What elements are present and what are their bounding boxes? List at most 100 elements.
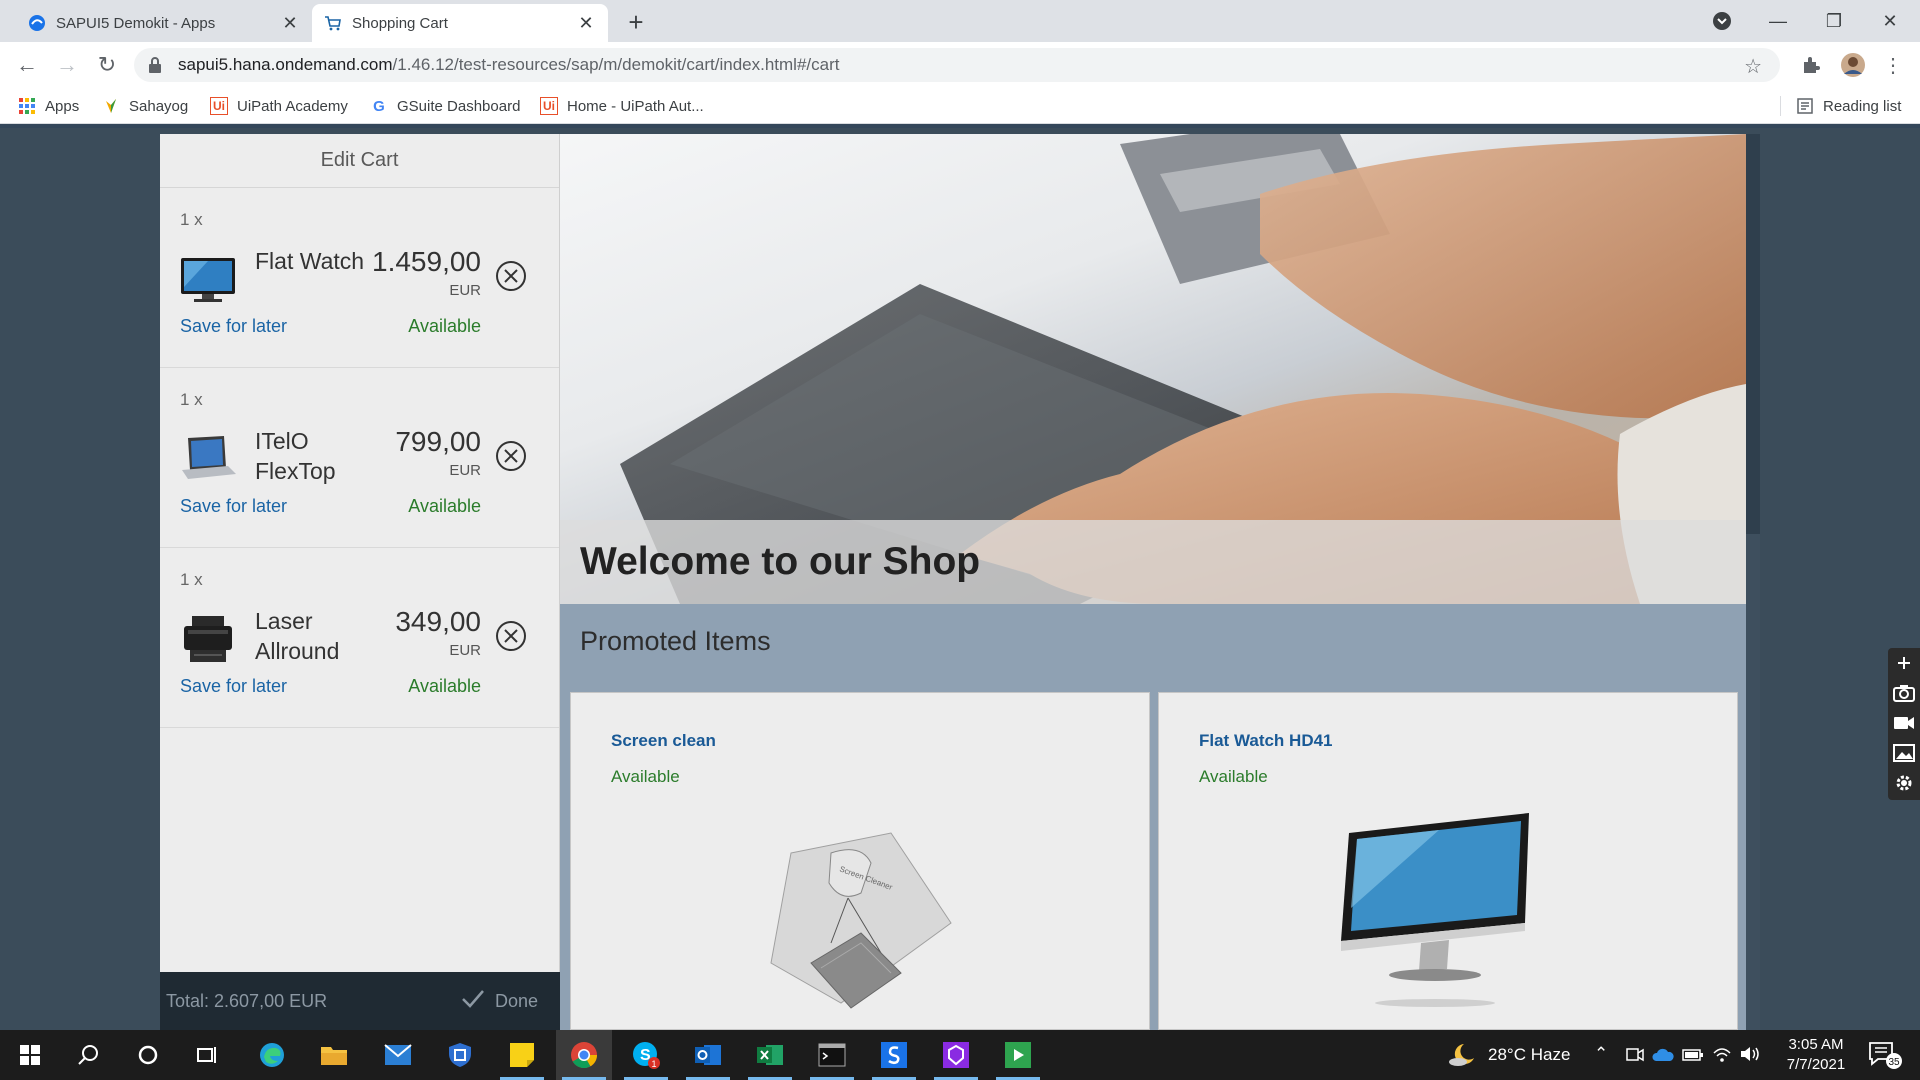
browser-toolbar: ← → ↻ sapui5.hana.ondemand.com/1.46.12/t… [0,42,1920,88]
security-shield-icon[interactable] [432,1030,488,1080]
browser-menu-icon[interactable]: ⋮ [1880,52,1906,78]
lock-icon [148,57,162,73]
uipath-robot-icon[interactable] [990,1030,1046,1080]
cortana-icon[interactable] [120,1030,176,1080]
scrollbar-thumb[interactable] [1746,134,1760,534]
done-button[interactable]: Done [461,989,538,1014]
excel-icon[interactable] [742,1030,798,1080]
camera-icon[interactable] [1888,678,1920,708]
item-name[interactable]: Flat Watch [255,246,365,276]
windows-start-icon[interactable] [2,1030,58,1080]
battery-icon[interactable] [1682,1048,1704,1067]
video-camera-icon[interactable] [1888,708,1920,738]
forward-arrow-icon[interactable]: → [52,50,82,80]
close-tab-icon[interactable]: ✕ [280,13,300,33]
task-view-icon[interactable] [180,1030,236,1080]
bookmarks-separator [1780,96,1781,116]
profile-avatar[interactable] [1840,52,1866,78]
item-status: Available [408,496,481,516]
promoted-item-name[interactable]: Flat Watch HD41 [1199,731,1333,751]
weather-text[interactable]: 28°C Haze [1488,1045,1570,1065]
item-currency: EUR [449,282,481,299]
checkmark-icon [461,989,485,1014]
bookmark-sahayog[interactable]: Sahayog [102,94,188,118]
wifi-icon[interactable] [1712,1045,1732,1068]
bookmark-label: UiPath Academy [237,97,348,115]
promoted-item-tile[interactable]: Flat Watch HD41 Available [1158,692,1738,1030]
cart-item[interactable]: 1 x Laser Allround 349,00 EUR Save for l… [160,548,559,728]
cart-item[interactable]: 1 x Flat Watch 1.459,00 EUR Save for lat… [160,188,559,368]
bookmark-label: Apps [45,97,80,115]
mail-icon[interactable] [370,1030,426,1080]
new-tab-button[interactable]: + [622,7,650,37]
volume-icon[interactable] [1740,1045,1762,1068]
save-for-later-link[interactable]: Save for later [180,676,287,697]
save-for-later-link[interactable]: Save for later [180,496,287,517]
promoted-item-name[interactable]: Screen clean [611,731,716,751]
file-explorer-icon[interactable] [306,1030,362,1080]
promoted-items-title: Promoted Items [580,626,771,656]
tab-sapui5-demokit[interactable]: SAPUI5 Demokit - Apps ✕ [16,4,312,42]
sahayog-icon [102,97,120,115]
tab-title: SAPUI5 Demokit - Apps [56,14,216,32]
pin-icon[interactable] [1888,648,1920,678]
clock-date: 7/7/2021 [1786,1056,1846,1073]
tray-chevron-up-icon[interactable]: ⌃ [1594,1044,1608,1064]
bookmark-uipath-academy[interactable]: Ui UiPath Academy [210,94,348,118]
item-name[interactable]: ITelO FlexTop [255,426,365,486]
terminal-icon[interactable] [804,1030,860,1080]
screen-cleaner-image: Screen Cleaner [741,813,981,1023]
item-quantity: 1 x [180,570,203,589]
edge-browser-icon[interactable] [244,1030,300,1080]
item-quantity: 1 x [180,390,203,409]
bookmark-apps[interactable]: Apps [18,94,79,118]
extensions-puzzle-icon[interactable] [1798,52,1824,78]
chrome-icon[interactable] [556,1030,612,1080]
address-bar[interactable]: sapui5.hana.ondemand.com/1.46.12/test-re… [134,48,1780,82]
weather-moon-icon[interactable] [1448,1042,1476,1073]
minimize-icon[interactable]: — [1756,6,1800,36]
onedrive-cloud-icon[interactable] [1652,1048,1674,1067]
search-icon[interactable] [60,1030,116,1080]
skype-icon[interactable]: S1 [618,1030,674,1080]
outlook-icon[interactable] [680,1030,736,1080]
meet-now-icon[interactable] [1626,1046,1644,1069]
cart-item[interactable]: 1 x ITelO FlexTop 799,00 EUR Save for la… [160,368,559,548]
tab-search-icon[interactable] [1700,6,1744,36]
gallery-icon[interactable] [1888,738,1920,768]
notification-count: 35 [1889,1057,1901,1068]
reload-icon[interactable]: ↻ [92,50,122,80]
promoted-item-tile[interactable]: Screen clean Available Screen Cleaner [570,692,1150,1030]
uipath-assistant-icon[interactable] [928,1030,984,1080]
item-status: Available [408,316,481,336]
url-path: /1.46.12/test-resources/sap/m/demokit/ca… [392,55,840,74]
remove-item-icon[interactable] [495,440,527,472]
back-arrow-icon[interactable]: ← [12,50,42,80]
item-name[interactable]: Laser Allround [255,606,365,666]
close-tab-icon[interactable]: ✕ [576,13,596,33]
cart-total: Total: 2.607,00 EUR [166,990,328,1011]
system-clock[interactable]: 3:05 AM 7/7/2021 [1766,1035,1866,1075]
notification-center-icon[interactable]: 35 [1868,1040,1904,1070]
skype-badge: 1 [652,1059,657,1069]
restore-icon[interactable]: ❐ [1812,6,1856,36]
tab-shopping-cart[interactable]: Shopping Cart ✕ [312,4,608,42]
page-top-border [0,124,1920,128]
browser-tab-strip: SAPUI5 Demokit - Apps ✕ Shopping Cart ✕ … [0,0,1920,42]
bookmark-uipath-home[interactable]: Ui Home - UiPath Aut... [540,94,704,118]
welcome-title: Welcome to our Shop [580,540,981,583]
clock-time: 3:05 AM [1788,1036,1844,1053]
remove-item-icon[interactable] [495,260,527,292]
settings-gear-icon[interactable] [1888,768,1920,798]
uipath-studio-icon[interactable] [866,1030,922,1080]
close-window-icon[interactable]: ✕ [1868,6,1912,36]
item-status: Available [408,676,481,696]
reading-list-button[interactable]: Reading list [1796,94,1901,118]
sticky-notes-icon[interactable] [494,1030,550,1080]
bookmark-gsuite-dashboard[interactable]: G GSuite Dashboard [370,94,520,118]
bookmark-star-icon[interactable]: ☆ [1744,54,1762,79]
save-for-later-link[interactable]: Save for later [180,316,287,337]
promoted-item-status: Available [611,767,680,786]
uipath-icon: Ui [210,97,228,115]
remove-item-icon[interactable] [495,620,527,652]
